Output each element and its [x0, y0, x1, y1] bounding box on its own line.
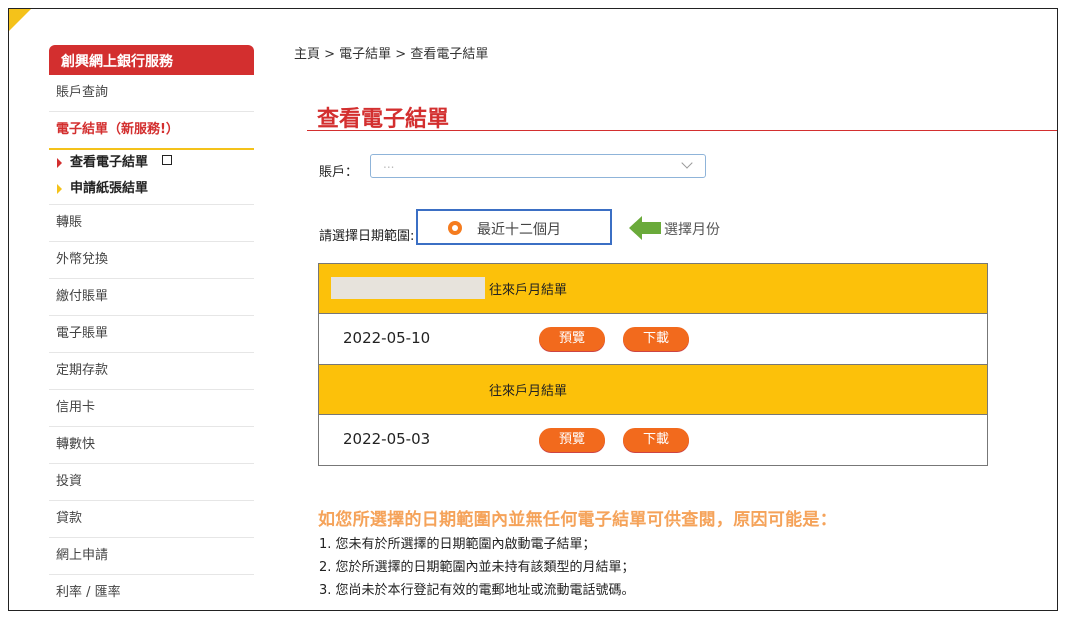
sidebar-subitem-label: 查看電子結單 [70, 155, 149, 170]
account-select-placeholder: ... [383, 157, 395, 171]
statement-type: 往來戶月結單 [489, 283, 568, 298]
table-row: 2022-05-03 預覽 下載 [319, 415, 987, 465]
sidebar-item-loan[interactable]: 貸款 [49, 501, 254, 538]
sidebar-item-e-bill[interactable]: 電子賬單 [49, 316, 254, 353]
triangle-bullet-icon [57, 183, 62, 194]
statement-header: 往來戶月結單 [319, 365, 987, 415]
radio-recent-twelve-months[interactable] [448, 221, 462, 235]
date-range-label: 請選擇日期範圍: [319, 229, 415, 244]
sidebar-item-transfer[interactable]: 轉賬 [49, 205, 254, 242]
select-month-option[interactable]: 選擇月份 [664, 219, 720, 239]
title-divider [307, 130, 1057, 131]
download-button[interactable]: 下載 [623, 327, 689, 351]
sidebar-title: 創興網上銀行服務 [49, 45, 254, 75]
sidebar-item-fps[interactable]: 轉數快 [49, 427, 254, 464]
sidebar-item-e-statement[interactable]: 電子結單（新服務!） [49, 112, 254, 150]
statement-type: 往來戶月結單 [489, 384, 568, 399]
sidebar-item-credit-card[interactable]: 信用卡 [49, 390, 254, 427]
statement-table: 往來戶月結單 2022-05-10 預覽 下載 往來戶月結單 2022-05-0… [318, 263, 988, 466]
preview-button[interactable]: 預覽 [539, 428, 605, 452]
notes-line: 2. 您於所選擇的日期範圍內並未持有該類型的月結單； [319, 560, 635, 575]
arrow-left-icon [629, 216, 661, 240]
sidebar-item-online-application[interactable]: 網上申請 [49, 538, 254, 575]
sidebar-subitem-view-statement[interactable]: 查看電子結單 [49, 150, 254, 176]
notes-line: 3. 您尚未於本行登記有效的電郵地址或流動電話號碼。 [319, 583, 635, 598]
sidebar-item-account-inquiry[interactable]: 賬戶查詢 [49, 75, 254, 112]
sidebar-item-time-deposit[interactable]: 定期存款 [49, 353, 254, 390]
corner-decoration [9, 9, 31, 31]
table-row: 2022-05-10 預覽 下載 [319, 314, 987, 365]
checkbox-icon [162, 155, 173, 165]
sidebar-subitem-label: 申請紙張結單 [70, 181, 149, 196]
page-title: 查看電子結單 [317, 107, 450, 132]
sidebar-nav: 創興網上銀行服務 賬戶查詢 電子結單（新服務!） 查看電子結單 申請紙張結單 轉… [49, 45, 254, 610]
sidebar-subitem-paper-statement[interactable]: 申請紙張結單 [49, 176, 254, 205]
account-label: 賬戶： [319, 165, 359, 180]
notes-title: 如您所選擇的日期範圍內並無任何電子結單可供查閱，原因可能是： [318, 510, 837, 530]
download-button[interactable]: 下載 [623, 428, 689, 452]
notes-line: 1. 您未有於所選擇的日期範圍內啟動電子結單； [319, 537, 596, 552]
triangle-bullet-icon [57, 157, 62, 168]
sidebar-item-bill-payment[interactable]: 繳付賬單 [49, 279, 254, 316]
radio-recent-label: 最近十二個月 [477, 222, 561, 238]
sidebar-item-fx-exchange[interactable]: 外幣兌換 [49, 242, 254, 279]
account-select[interactable]: ... [370, 154, 706, 178]
sidebar-item-investment[interactable]: 投資 [49, 464, 254, 501]
statement-header: 往來戶月結單 [319, 264, 987, 314]
sidebar-item-rates[interactable]: 利率 / 匯率 [49, 575, 254, 610]
statement-date: 2022-05-03 [343, 430, 431, 448]
browser-frame: 創興網上銀行服務 賬戶查詢 電子結單（新服務!） 查看電子結單 申請紙張結單 轉… [8, 8, 1058, 611]
statement-date: 2022-05-10 [343, 329, 431, 347]
breadcrumb[interactable]: 主頁 > 電子結單 > 查看電子結單 [294, 43, 488, 62]
account-number-redacted [331, 277, 485, 299]
preview-button[interactable]: 預覽 [539, 327, 605, 351]
chevron-down-icon [681, 157, 693, 169]
